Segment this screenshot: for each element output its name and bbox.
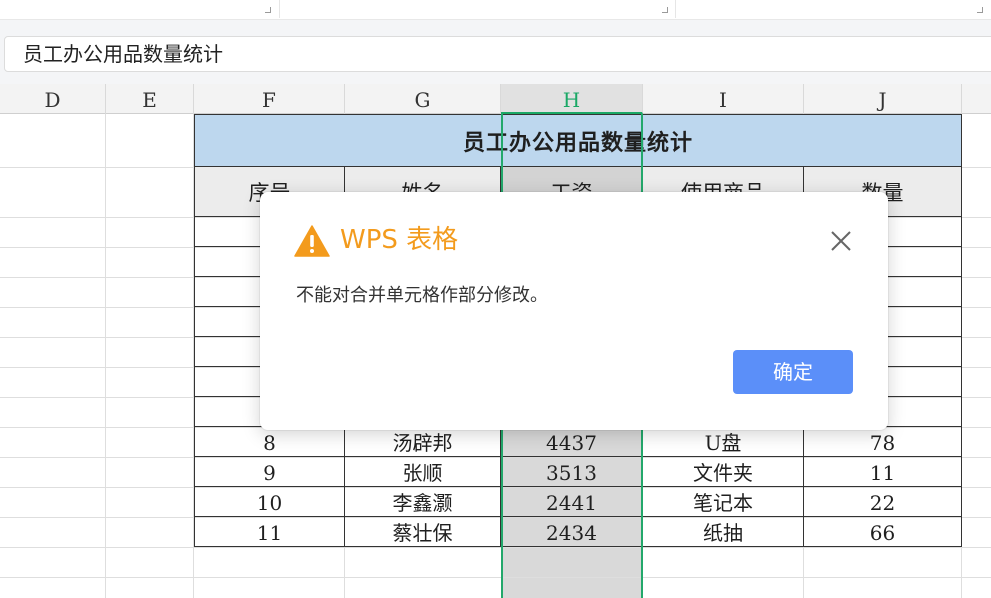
cell-qty[interactable]: 22 xyxy=(804,487,962,517)
column-header-j[interactable]: J xyxy=(804,84,962,114)
alert-dialog: WPS 表格 不能对合并单元格作部分修改。 确定 xyxy=(260,192,888,430)
dialog-title: WPS 表格 xyxy=(340,225,459,255)
dialog-message: 不能对合并单元格作部分修改。 xyxy=(296,285,548,306)
column-header-h[interactable]: H xyxy=(501,84,643,114)
close-icon[interactable] xyxy=(828,228,854,254)
column-header-d[interactable]: D xyxy=(0,84,106,114)
cell-no[interactable]: 9 xyxy=(194,457,345,487)
resize-corner-icon[interactable] xyxy=(662,7,668,13)
formula-bar-input[interactable]: 员工办公用品数量统计 xyxy=(4,36,991,72)
formula-bar-area: 员工办公用品数量统计 xyxy=(0,20,991,84)
cell-item[interactable]: 文件夹 xyxy=(643,457,804,487)
column-header-f[interactable]: F xyxy=(194,84,345,114)
cell-no[interactable]: 10 xyxy=(194,487,345,517)
toolbar-segment xyxy=(0,0,280,18)
cell-name[interactable]: 汤辟邦 xyxy=(345,427,501,457)
grid-line xyxy=(105,114,106,598)
toolbar-strip xyxy=(0,0,991,20)
cell-qty[interactable]: 66 xyxy=(804,517,962,547)
column-header-g[interactable]: G xyxy=(345,84,501,114)
column-header-row: D E F G H I J xyxy=(0,84,991,114)
grid-line xyxy=(0,547,991,548)
cell-item[interactable]: 纸抽 xyxy=(643,517,804,547)
warning-icon xyxy=(294,225,330,257)
column-header-e[interactable]: E xyxy=(106,84,194,114)
cell-item[interactable]: U盘 xyxy=(643,427,804,457)
cell-qty[interactable]: 78 xyxy=(804,427,962,457)
resize-corner-icon[interactable] xyxy=(265,7,271,13)
cell-no[interactable]: 11 xyxy=(194,517,345,547)
cell-name[interactable]: 蔡壮保 xyxy=(345,517,501,547)
resize-corner-icon[interactable] xyxy=(977,7,983,13)
column-header-i[interactable]: I xyxy=(643,84,804,114)
cell-name[interactable]: 张顺 xyxy=(345,457,501,487)
grid-line xyxy=(0,577,991,578)
cell-name[interactable]: 李鑫灏 xyxy=(345,487,501,517)
ok-button[interactable]: 确定 xyxy=(733,350,853,394)
cell-no[interactable]: 8 xyxy=(194,427,345,457)
toolbar-segment xyxy=(280,0,676,18)
cell-qty[interactable]: 11 xyxy=(804,457,962,487)
cell-item[interactable]: 笔记本 xyxy=(643,487,804,517)
